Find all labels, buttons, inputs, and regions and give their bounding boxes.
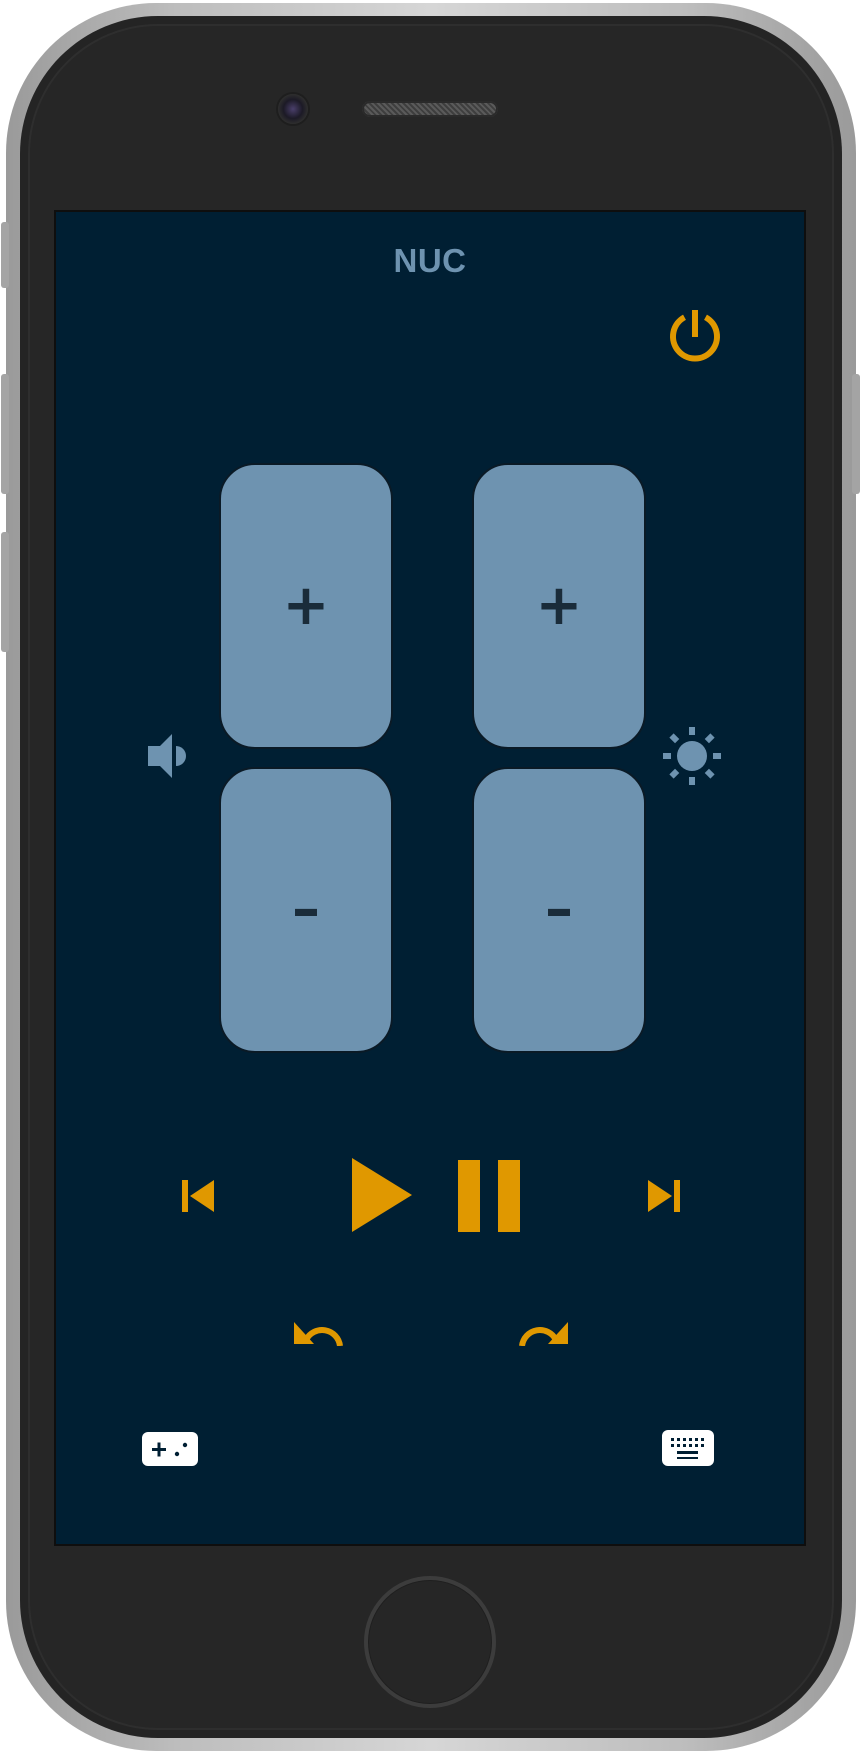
keyboard-icon[interactable] (662, 1430, 714, 1466)
pause-icon[interactable] (458, 1160, 520, 1232)
device-title: NUC (393, 242, 467, 279)
redo-icon[interactable] (516, 1318, 570, 1346)
earpiece-speaker (362, 101, 498, 117)
brightness-up-label: + (535, 573, 583, 638)
skip-previous-icon[interactable] (180, 1178, 216, 1214)
power-icon[interactable] (664, 304, 726, 366)
gamepad-icon[interactable] (142, 1432, 198, 1466)
brightness-down-label: – (545, 877, 573, 942)
undo-icon[interactable] (292, 1318, 346, 1346)
brightness-icon (663, 727, 721, 785)
volume-up-side-button (1, 374, 9, 494)
mute-switch (1, 222, 9, 288)
brightness-up-button[interactable]: + (472, 463, 646, 749)
speaker-icon (148, 734, 186, 778)
front-camera (278, 94, 308, 124)
volume-up-button[interactable]: + (219, 463, 393, 749)
volume-down-label: – (292, 877, 320, 942)
remote-screen: NUC + – + – (54, 210, 806, 1546)
volume-down-side-button (1, 532, 9, 652)
skip-next-icon[interactable] (646, 1178, 682, 1214)
volume-up-label: + (282, 573, 330, 638)
play-icon[interactable] (352, 1158, 412, 1232)
home-button[interactable] (364, 1576, 496, 1708)
volume-down-button[interactable]: – (219, 767, 393, 1053)
sleep-side-button (852, 374, 860, 494)
brightness-down-button[interactable]: – (472, 767, 646, 1053)
